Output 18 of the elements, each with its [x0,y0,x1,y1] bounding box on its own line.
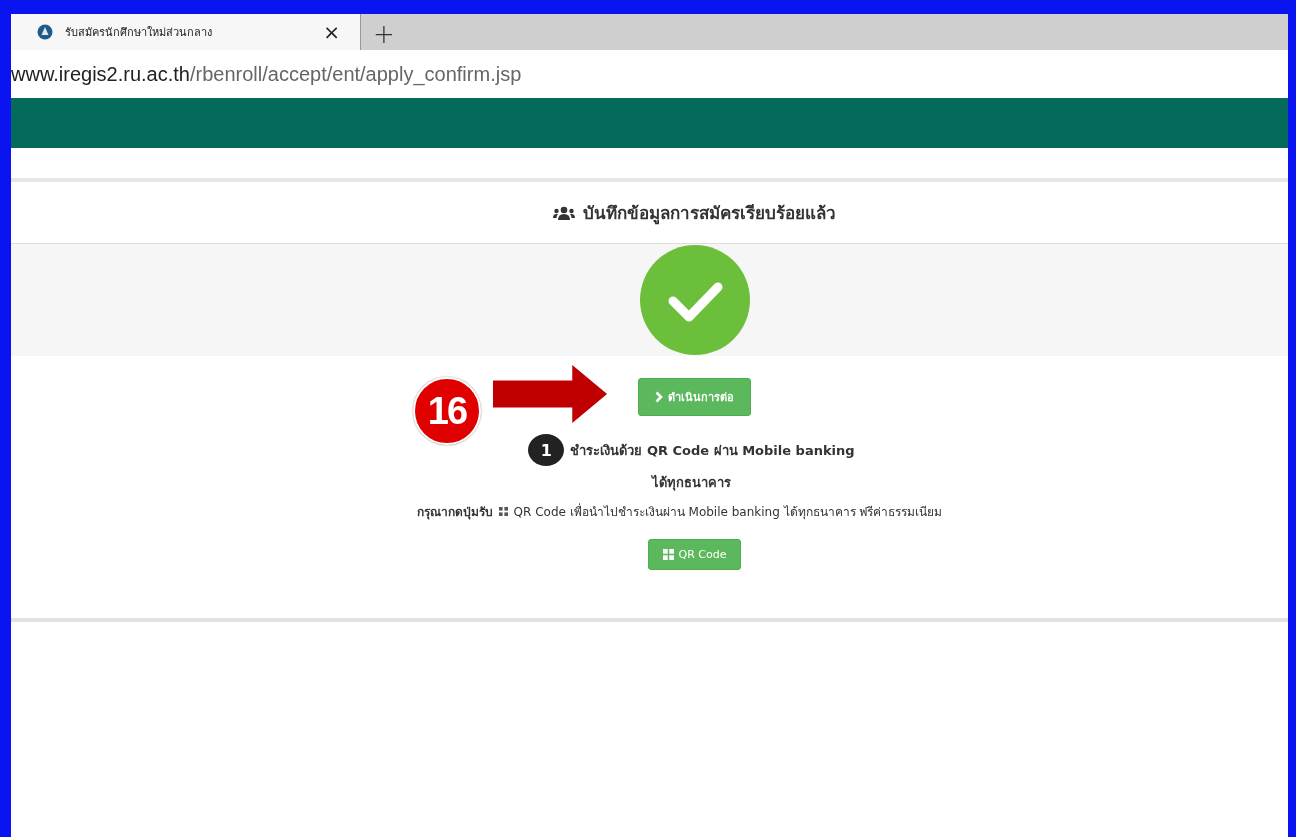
arrow-icon [493,364,609,424]
new-tab-button[interactable]: + [373,18,395,50]
tab-title: รับสมัครนักศึกษาใหม่ส่วนกลาง [65,25,213,41]
page-heading: บันทึกข้อมูลการสมัครเรียบร้อยแล้ว [583,202,836,226]
url-host: www.iregis2.ru.ac.th [11,62,190,85]
url-path: /rbenroll/accept/ent/apply_confirm.jsp [189,62,522,86]
step-title: ชำระเงินด้วย QR Code ผ่าน Mobile banking [570,441,855,460]
browser-tab[interactable]: รับสมัครนักศึกษาใหม่ส่วนกลาง × [11,14,361,50]
step-number: 1 [528,434,565,466]
step-subtitle: ได้ทุกธนาคาร [650,474,731,493]
instruction-text: QR Code เพื่อนำไปชำระเงินผ่าน Mobile banking ได้ทุกธนาคาร ฟรีค่าธรรมเนียม [513,502,943,521]
globe-icon [37,24,53,40]
grid-icon [498,507,508,516]
close-icon[interactable]: × [323,20,340,44]
grid-icon [662,549,674,560]
users-icon [553,205,575,220]
chevron-icon [655,391,663,403]
instruction-text: กรุณากดปุ่มรับ [416,504,493,521]
